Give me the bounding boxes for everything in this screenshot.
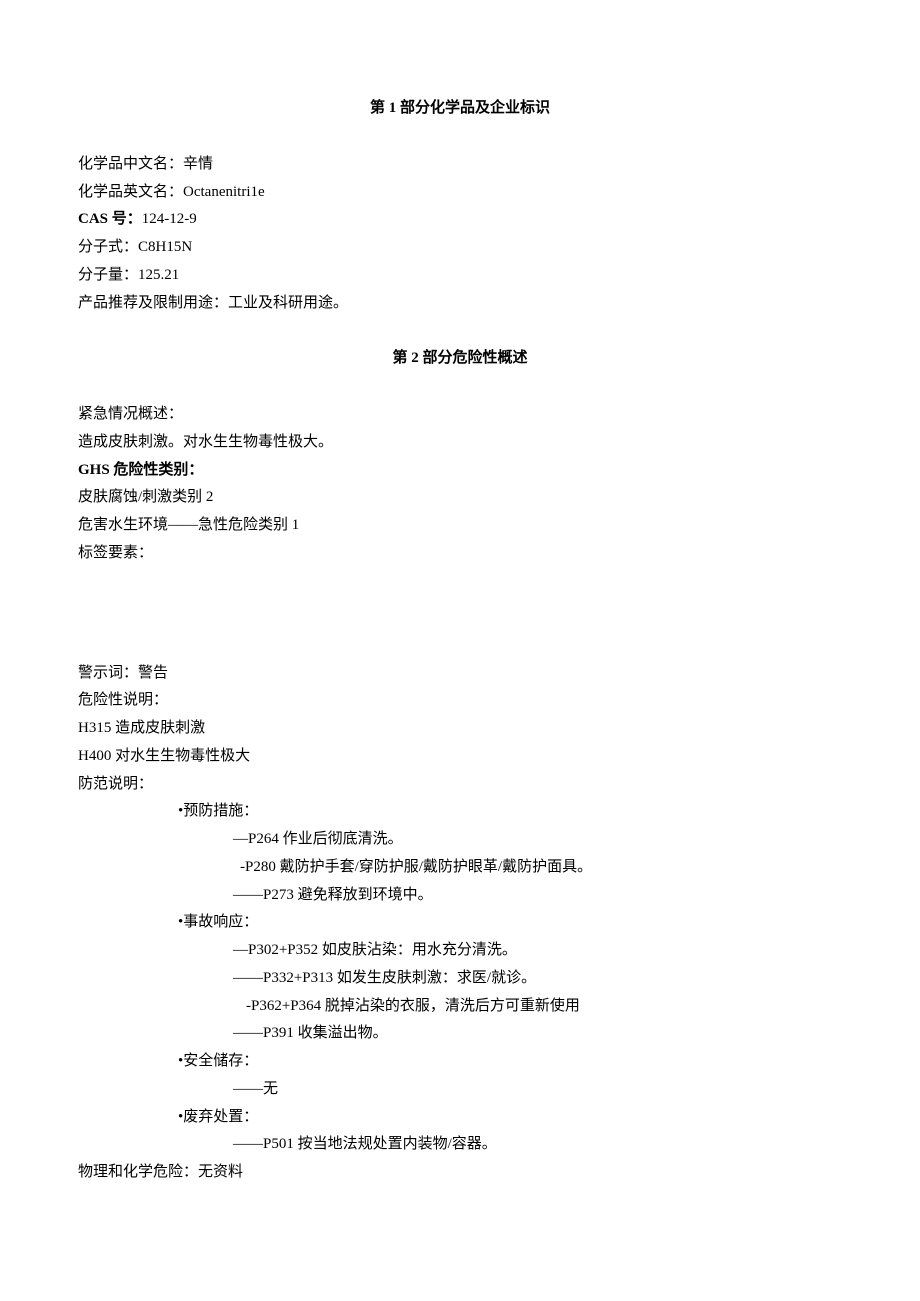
formula-row: 分子式：C8H15N [78, 234, 842, 262]
storage-header: •安全储存： [78, 1048, 842, 1076]
title-pre-2: 第 [392, 350, 407, 366]
formula-value: C8H15N [138, 239, 192, 255]
name-cn-row: 化学品中文名：辛情 [78, 151, 842, 179]
name-cn-label: 化学品中文名： [78, 156, 183, 172]
ghs-line1: 皮肤腐蚀/刺激类别 2 [78, 484, 842, 512]
ghs-line2: 危害水生环境——急性危险类别 1 [78, 512, 842, 540]
mw-label: 分子量： [78, 267, 138, 283]
signal-value: 警告 [138, 665, 168, 681]
section-1-title: 第 1 部分化学品及企业标识 [78, 95, 842, 123]
title-pre: 第 [370, 100, 385, 116]
mw-value: 125.21 [138, 267, 179, 283]
p501: ——P501 按当地法规处置内装物/容器。 [78, 1131, 842, 1159]
cas-label: CAS 号： [78, 211, 142, 227]
title-post: 部分化学品及企业标识 [400, 100, 550, 116]
ghs-label: GHS 危险性类别： [78, 457, 842, 485]
h315: H315 造成皮肤刺激 [78, 715, 842, 743]
name-en-row: 化学品英文名：Octanenitri1e [78, 179, 842, 207]
physchem-row: 物理和化学危险：无资料 [78, 1159, 842, 1187]
p302: —P302+P352 如皮肤沾染：用水充分清洗。 [78, 937, 842, 965]
hazard-label: 危险性说明： [78, 687, 842, 715]
name-en-value: Octanenitri1e [183, 184, 265, 200]
p264: —P264 作业后彻底清洗。 [78, 826, 842, 854]
response-header: •事故响应： [78, 909, 842, 937]
p391: ——P391 收集溢出物。 [78, 1020, 842, 1048]
cas-row: CAS 号：124-12-9 [78, 206, 842, 234]
p280: -P280 戴防护手套/穿防护服/戴防护眼革/戴防护面具。 [78, 854, 842, 882]
mw-row: 分子量：125.21 [78, 262, 842, 290]
pictogram-placeholder [78, 568, 842, 660]
p273: ——P273 避免释放到环境中。 [78, 882, 842, 910]
label-elements: 标签要素： [78, 540, 842, 568]
formula-label: 分子式： [78, 239, 138, 255]
title-num: 1 [389, 100, 397, 116]
h400: H400 对水生生物毒性极大 [78, 743, 842, 771]
physchem-value: 无资料 [198, 1164, 243, 1180]
use-value: 工业及科研用途。 [228, 295, 348, 311]
use-row: 产品推荐及限制用途：工业及科研用途。 [78, 290, 842, 318]
p332: ——P332+P313 如发生皮肤刺激：求医/就诊。 [78, 965, 842, 993]
disposal-header: •废弃处置： [78, 1104, 842, 1132]
section-2-title: 第 2 部分危险性概述 [78, 345, 842, 373]
physchem-label: 物理和化学危险： [78, 1164, 198, 1180]
prevention-header: •预防措施： [78, 798, 842, 826]
use-label: 产品推荐及限制用途： [78, 295, 228, 311]
p362: -P362+P364 脱掉沾染的衣服，清洗后方可重新使用 [78, 993, 842, 1021]
emergency-text: 造成皮肤刺激。对水生生物毒性极大。 [78, 429, 842, 457]
storage-none: ——无 [78, 1076, 842, 1104]
signal-label: 警示词： [78, 665, 138, 681]
title-post-2: 部分危险性概述 [423, 350, 528, 366]
name-cn-value: 辛情 [183, 156, 213, 172]
name-en-label: 化学品英文名： [78, 184, 183, 200]
precaution-label: 防范说明： [78, 771, 842, 799]
cas-value: 124-12-9 [142, 211, 197, 227]
section-2-body: 紧急情况概述： 造成皮肤刺激。对水生生物毒性极大。 GHS 危险性类别： 皮肤腐… [78, 401, 842, 1187]
signal-row: 警示词：警告 [78, 660, 842, 688]
emergency-label: 紧急情况概述： [78, 401, 842, 429]
section-1-body: 化学品中文名：辛情 化学品英文名：Octanenitri1e CAS 号：124… [78, 151, 842, 318]
title-num-2: 2 [411, 350, 419, 366]
